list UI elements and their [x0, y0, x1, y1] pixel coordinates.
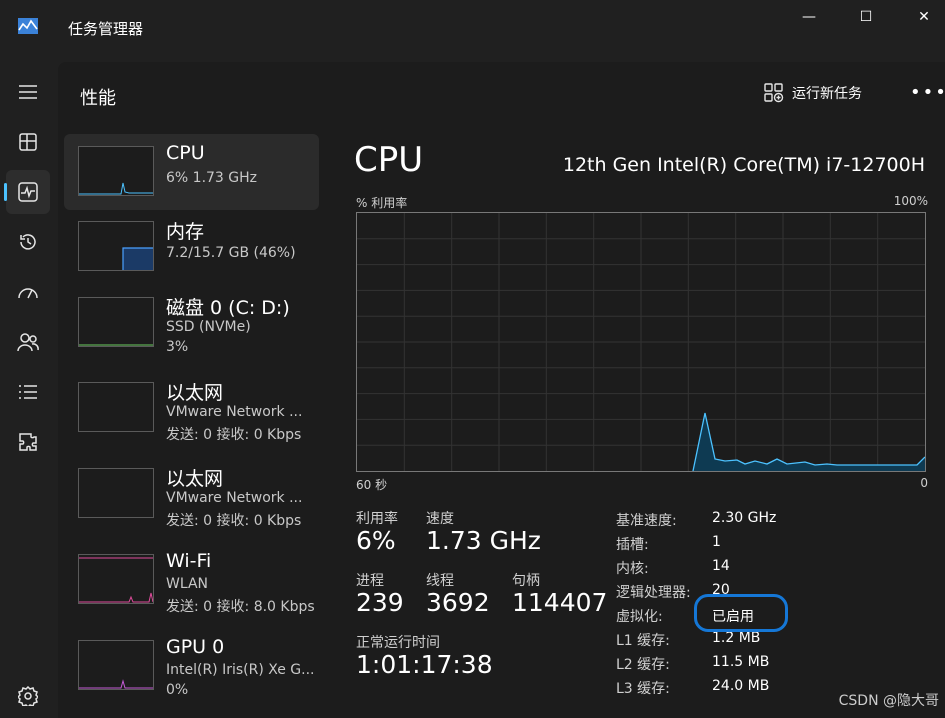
handles-value: 114407 [512, 588, 608, 617]
device-name: Wi-Fi [166, 550, 212, 572]
device-name: 以太网 [166, 382, 224, 404]
more-options-button[interactable]: ••• [910, 82, 945, 103]
device-item-cpu[interactable]: CPU 6% 1.73 GHz [64, 134, 319, 210]
spec-label-sockets: 插槽: [616, 537, 649, 553]
device-sub: 0% [166, 682, 189, 698]
device-sub: VMware Network ... [166, 404, 303, 420]
detail-title: CPU [354, 140, 424, 180]
device-name: 内存 [166, 221, 205, 243]
spec-label-base-speed: 基准速度: [616, 513, 677, 529]
details-icon[interactable] [6, 370, 50, 414]
graph-y-label: % 利用率 [356, 196, 408, 210]
task-manager-app-icon [18, 18, 38, 34]
cpu-utilization-graph [356, 212, 926, 472]
device-sub: SSD (NVMe) [166, 319, 251, 335]
close-button[interactable]: ✕ [901, 6, 945, 28]
handles-label: 句柄 [512, 573, 540, 589]
device-sub: 6% 1.73 GHz [166, 170, 258, 186]
speed-label: 速度 [426, 511, 454, 527]
spec-value-base-speed: 2.30 GHz [712, 510, 777, 526]
page-title: 性能 [80, 88, 116, 109]
uptime-label: 正常运行时间 [356, 635, 440, 651]
run-task-icon [764, 83, 784, 103]
navigation-rail [0, 56, 58, 718]
device-sub: 7.2/15.7 GB (46%) [166, 245, 296, 261]
spec-value-l1-cache: 1.2 MB [712, 630, 761, 646]
spec-value-sockets: 1 [712, 534, 721, 550]
processes-icon[interactable] [6, 120, 50, 164]
title-bar: 任务管理器 — ☐ ✕ [0, 0, 945, 56]
device-item-ethernet-1[interactable]: 以太网 VMware Network ... 发送: 0 接收: 0 Kbps [64, 370, 319, 446]
annotation-highlight-ring [694, 594, 788, 632]
threads-value: 3692 [426, 588, 490, 617]
device-item-disk[interactable]: 磁盘 0 (C: D:) SSD (NVMe) 3% [64, 285, 319, 361]
processes-value: 239 [356, 588, 404, 617]
spec-label-logical-processors: 逻辑处理器: [616, 585, 691, 601]
spec-label-virtualization: 虚拟化: [616, 609, 663, 625]
window-title: 任务管理器 [68, 20, 144, 38]
graph-x-zero: 0 [920, 476, 928, 490]
app-history-icon[interactable] [6, 220, 50, 264]
ethernet-thumbnail-graph [78, 382, 154, 432]
spec-label-l2-cache: L2 缓存: [616, 657, 670, 673]
spec-label-l1-cache: L1 缓存: [616, 633, 670, 649]
hamburger-menu-icon[interactable] [6, 70, 50, 114]
device-sub: 3% [166, 339, 189, 355]
device-sub: VMware Network ... [166, 490, 303, 506]
disk-thumbnail-graph [78, 297, 154, 347]
settings-icon[interactable] [6, 674, 50, 718]
graph-time-span: 60 秒 [356, 478, 388, 492]
speed-value: 1.73 GHz [426, 526, 541, 555]
memory-thumbnail-graph [78, 221, 154, 271]
spec-value-l3-cache: 24.0 MB [712, 678, 770, 694]
device-sub: Intel(R) Iris(R) Xe G... [166, 662, 315, 678]
utilization-label: 利用率 [356, 511, 398, 527]
graph-y-max: 100% [893, 194, 928, 208]
gpu-thumbnail-graph [78, 640, 154, 690]
uptime-value: 1:01:17:38 [356, 650, 493, 679]
maximize-button[interactable]: ☐ [843, 6, 889, 28]
run-task-label: 运行新任务 [792, 86, 862, 102]
cpu-detail-panel: CPU 12th Gen Intel(R) Core(TM) i7-12700H… [354, 134, 934, 714]
spec-value-cores: 14 [712, 558, 730, 574]
device-item-ethernet-2[interactable]: 以太网 VMware Network ... 发送: 0 接收: 0 Kbps [64, 456, 319, 532]
spec-label-l3-cache: L3 缓存: [616, 681, 670, 697]
startup-apps-icon[interactable] [6, 270, 50, 314]
ethernet-thumbnail-graph [78, 468, 154, 518]
device-item-memory[interactable]: 内存 7.2/15.7 GB (46%) [64, 209, 319, 285]
device-item-wifi[interactable]: Wi-Fi WLAN 发送: 0 接收: 8.0 Kbps [64, 542, 319, 618]
device-sub: 发送: 0 接收: 0 Kbps [166, 513, 302, 529]
device-name: 磁盘 0 (C: D:) [166, 297, 290, 319]
device-name: CPU [166, 142, 205, 164]
device-sub: WLAN [166, 576, 209, 592]
cpu-model-name: 12th Gen Intel(R) Core(TM) i7-12700H [562, 154, 925, 176]
performance-icon[interactable] [4, 170, 50, 214]
users-icon[interactable] [6, 320, 50, 364]
page-header: 性能 运行新任务 ••• [58, 62, 945, 126]
main-panel: 性能 运行新任务 ••• CPU 6% 1.73 GHz 内存 7.2/15.7… [58, 62, 945, 718]
services-icon[interactable] [6, 420, 50, 464]
minimize-button[interactable]: — [786, 6, 832, 28]
run-new-task-button[interactable]: 运行新任务 [764, 80, 862, 106]
device-item-gpu[interactable]: GPU 0 Intel(R) Iris(R) Xe G... 0% [64, 628, 319, 704]
device-name: GPU 0 [166, 636, 225, 658]
wifi-thumbnail-graph [78, 554, 154, 604]
cpu-thumbnail-graph [78, 146, 154, 196]
watermark: CSDN @隐大哥 [838, 693, 939, 709]
processes-label: 进程 [356, 573, 384, 589]
threads-label: 线程 [426, 573, 454, 589]
spec-value-l2-cache: 11.5 MB [712, 654, 770, 670]
utilization-value: 6% [356, 526, 396, 555]
spec-label-cores: 内核: [616, 561, 649, 577]
device-name: 以太网 [166, 468, 224, 490]
device-sub: 发送: 0 接收: 8.0 Kbps [166, 599, 315, 615]
device-sub: 发送: 0 接收: 0 Kbps [166, 427, 302, 443]
